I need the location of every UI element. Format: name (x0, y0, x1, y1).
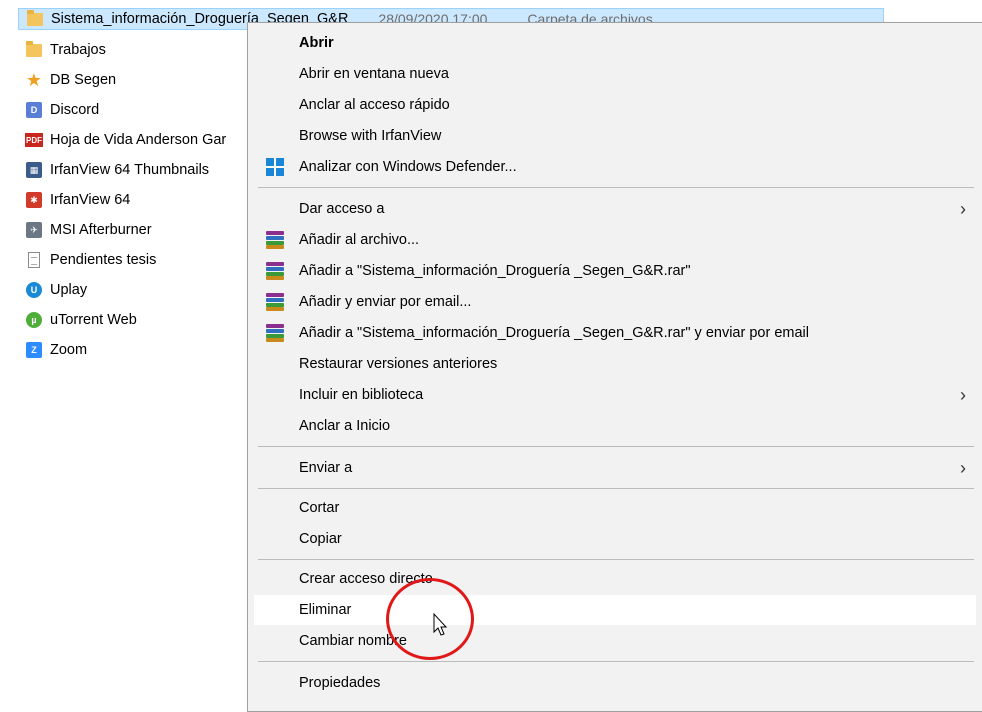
folder-icon (25, 9, 45, 29)
menu-item-label: Abrir en ventana nueva (299, 66, 449, 82)
utorrent-icon: µ (24, 310, 44, 330)
menu-item-label: Eliminar (299, 602, 352, 618)
file-name: MSI Afterburner (50, 222, 152, 238)
menu-item-copiar[interactable]: Copiar (254, 524, 976, 554)
menu-item-anclar-inicio[interactable]: Anclar a Inicio (254, 411, 976, 441)
menu-separator (258, 661, 974, 662)
menu-item-anadir-enviar-email[interactable]: Añadir y enviar por email... (254, 287, 976, 317)
menu-item-eliminar[interactable]: Eliminar (254, 595, 976, 625)
menu-separator (258, 559, 974, 560)
file-name: Pendientes tesis (50, 252, 157, 268)
chevron-right-icon: › (960, 385, 966, 405)
winrar-icon (264, 323, 286, 343)
menu-item-label: Enviar a (299, 460, 353, 476)
menu-item-abrir[interactable]: Abrir (254, 28, 976, 58)
menu-item-label: Dar acceso a (299, 201, 385, 217)
menu-item-label: Copiar (299, 531, 342, 547)
uplay-icon: U (24, 280, 44, 300)
menu-item-anadir-archivo[interactable]: Añadir al archivo... (254, 225, 976, 255)
menu-separator (258, 187, 974, 188)
mouse-cursor-icon (433, 612, 448, 636)
menu-item-browse-irfanview[interactable]: Browse with IrfanView (254, 121, 976, 151)
menu-item-anclar-acceso-rapido[interactable]: Anclar al acceso rápido (254, 90, 976, 120)
file-name: DB Segen (50, 72, 117, 88)
msi-afterburner-icon: ✈ (24, 220, 44, 240)
windows-defender-icon (264, 157, 286, 177)
menu-item-label: Restaurar versiones anteriores (299, 356, 498, 372)
zoom-icon: Z (24, 340, 44, 360)
menu-item-abrir-ventana-nueva[interactable]: Abrir en ventana nueva (254, 59, 976, 89)
menu-item-restaurar-versiones[interactable]: Restaurar versiones anteriores (254, 349, 976, 379)
file-name: Trabajos (50, 42, 106, 58)
menu-item-label: Anclar al acceso rápido (299, 97, 450, 113)
menu-item-cortar[interactable]: Cortar (254, 493, 976, 523)
text-document-icon (24, 250, 44, 270)
menu-separator (258, 446, 974, 447)
chevron-right-icon: › (960, 199, 966, 219)
menu-item-label: Analizar con Windows Defender... (299, 159, 517, 175)
menu-item-label: Incluir en biblioteca (299, 387, 424, 403)
menu-item-anadir-rar-email[interactable]: Añadir a "Sistema_información_Droguería … (254, 318, 976, 348)
winrar-icon (264, 292, 286, 312)
menu-item-windows-defender[interactable]: Analizar con Windows Defender... (254, 152, 976, 182)
menu-item-label: Añadir y enviar por email... (299, 294, 472, 310)
menu-item-label: Añadir al archivo... (299, 232, 420, 248)
file-name: Zoom (50, 342, 88, 358)
menu-item-label: Anclar a Inicio (299, 418, 391, 434)
discord-shortcut-icon: D (24, 100, 44, 120)
winrar-icon (264, 261, 286, 281)
chevron-right-icon: › (960, 458, 966, 478)
menu-separator (258, 488, 974, 489)
file-name: Hoja de Vida Anderson Gar (50, 132, 227, 148)
menu-item-label: Abrir (299, 35, 334, 51)
context-menu: Abrir Abrir en ventana nueva Anclar al a… (247, 22, 982, 712)
folder-icon (24, 40, 44, 60)
menu-item-label: Añadir a "Sistema_información_Droguería … (299, 263, 691, 279)
menu-item-label: Añadir a "Sistema_información_Droguería … (299, 325, 809, 341)
menu-item-incluir-biblioteca[interactable]: Incluir en biblioteca › (254, 380, 976, 410)
pdf-icon: PDF (24, 130, 44, 150)
menu-item-label: Cortar (299, 500, 340, 516)
file-name: IrfanView 64 (50, 192, 131, 208)
star-icon: ★ (25, 70, 43, 90)
file-name: uTorrent Web (50, 312, 137, 328)
menu-item-cambiar-nombre[interactable]: Cambiar nombre (254, 626, 976, 656)
file-name: IrfanView 64 Thumbnails (50, 162, 210, 178)
irfanview-icon: ✱ (24, 190, 44, 210)
menu-item-label: Propiedades (299, 675, 381, 691)
menu-item-enviar-a[interactable]: Enviar a › (254, 453, 976, 483)
file-name: Uplay (50, 282, 88, 298)
menu-item-crear-acceso-directo[interactable]: Crear acceso directo (254, 564, 976, 594)
menu-item-label: Browse with IrfanView (299, 128, 442, 144)
winrar-icon (264, 230, 286, 250)
irfanview-thumbnails-icon: ▦ (24, 160, 44, 180)
menu-item-dar-acceso[interactable]: Dar acceso a › (254, 194, 976, 224)
menu-item-anadir-rar[interactable]: Añadir a "Sistema_información_Droguería … (254, 256, 976, 286)
menu-item-propiedades[interactable]: Propiedades (254, 668, 976, 698)
file-name: Discord (50, 102, 100, 118)
